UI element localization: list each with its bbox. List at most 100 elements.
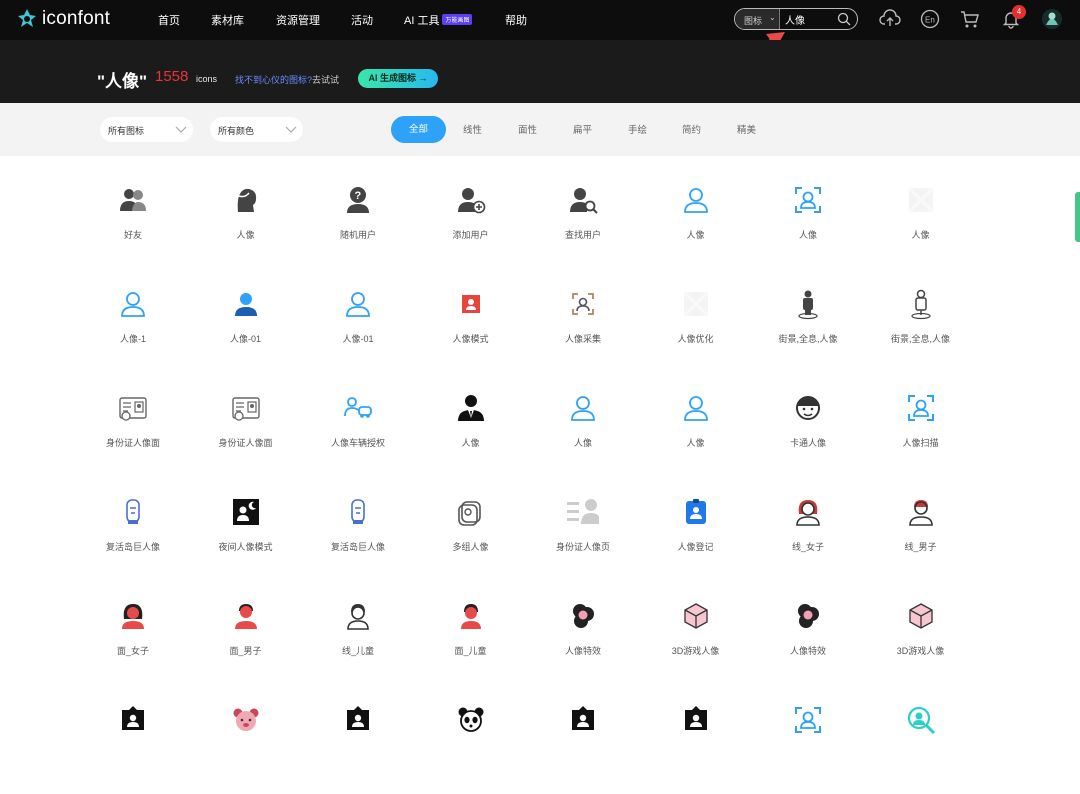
language-icon[interactable]: En bbox=[920, 9, 940, 29]
icon-card[interactable]: 线_儿童 bbox=[302, 586, 414, 690]
portrait-frame-icon bbox=[347, 706, 369, 730]
random-user-icon: ? bbox=[347, 187, 369, 213]
icon-card[interactable]: 人像-1 bbox=[77, 274, 189, 378]
find-user-icon bbox=[570, 188, 598, 214]
svg-text:En: En bbox=[925, 16, 935, 25]
brand-name: iconfont bbox=[42, 8, 111, 29]
icon-card[interactable]: 人像-01 bbox=[190, 274, 302, 378]
icon-card[interactable]: 人像 bbox=[640, 378, 752, 482]
icon-card-label: 人像模式 bbox=[452, 334, 489, 344]
icon-card[interactable]: 人像特效 bbox=[527, 586, 639, 690]
icon-card[interactable]: 街景,全息,人像 bbox=[865, 274, 977, 378]
icon-card[interactable]: 人像 bbox=[190, 170, 302, 274]
side-feedback-tab[interactable] bbox=[1075, 192, 1080, 242]
icon-card[interactable]: 复活岛巨人像 bbox=[77, 482, 189, 586]
icon-card[interactable] bbox=[302, 690, 414, 794]
color-select[interactable]: 所有颜色 bbox=[210, 117, 303, 142]
icon-card[interactable]: 复活岛巨人像 bbox=[302, 482, 414, 586]
icon-card[interactable]: 人像 bbox=[527, 378, 639, 482]
icon-card[interactable]: 人像优化 bbox=[640, 274, 752, 378]
icon-card[interactable]: ? 随机用户 bbox=[302, 170, 414, 274]
icon-card[interactable]: 人像采集 bbox=[527, 274, 639, 378]
iconfont-logo-icon bbox=[18, 9, 36, 27]
brand-logo[interactable]: iconfont bbox=[16, 8, 110, 30]
tab-all[interactable]: 全部 bbox=[391, 116, 446, 143]
icon-card-label: 好友 bbox=[123, 230, 142, 240]
icon-card[interactable]: 3D游戏人像 bbox=[640, 586, 752, 690]
icon-card[interactable]: 好友 bbox=[77, 170, 189, 274]
icon-card[interactable]: 人像登记 bbox=[640, 482, 752, 586]
color-select-label: 所有颜色 bbox=[218, 126, 255, 136]
blank-icon bbox=[682, 290, 709, 318]
icon-card[interactable]: 线_男子 bbox=[865, 482, 977, 586]
tab-flat[interactable]: 扁平 bbox=[573, 122, 592, 136]
tab-exquisite[interactable]: 精美 bbox=[737, 122, 756, 136]
icon-card[interactable]: 身份证人像页 bbox=[527, 482, 639, 586]
curly-hair-icon bbox=[798, 604, 819, 628]
icon-card[interactable] bbox=[190, 690, 302, 794]
nav-home[interactable]: 首页 bbox=[158, 12, 180, 28]
icon-card[interactable]: 面_女子 bbox=[77, 586, 189, 690]
icon-card[interactable] bbox=[527, 690, 639, 794]
icon-card[interactable]: 卡通人像 bbox=[752, 378, 864, 482]
face-scan-icon bbox=[907, 395, 934, 421]
icon-card-label: 人像车辆授权 bbox=[330, 438, 385, 448]
icon-card[interactable]: 人像 bbox=[752, 170, 864, 274]
face-scan-icon bbox=[795, 187, 821, 213]
icon-card[interactable]: 添加用户 bbox=[415, 170, 527, 274]
user-outline-icon bbox=[571, 396, 595, 421]
icon-card-label: 随机用户 bbox=[339, 230, 376, 240]
user-outline-icon bbox=[683, 188, 708, 213]
upload-cloud-icon[interactable] bbox=[879, 9, 901, 29]
icon-card-label: 人像特效 bbox=[789, 646, 826, 656]
icon-type-select[interactable]: 所有图标 bbox=[100, 117, 193, 142]
tab-simple[interactable]: 简约 bbox=[682, 122, 701, 136]
avatar[interactable] bbox=[1041, 8, 1063, 30]
icon-card[interactable] bbox=[415, 690, 527, 794]
icon-card[interactable]: 多组人像 bbox=[415, 482, 527, 586]
icon-card-label: 人像扫描 bbox=[902, 438, 939, 448]
tab-line[interactable]: 线性 bbox=[463, 122, 482, 136]
icon-card[interactable]: 人像特效 bbox=[752, 586, 864, 690]
icon-card[interactable]: 查找用户 bbox=[527, 170, 639, 274]
nav-events[interactable]: 活动 bbox=[351, 12, 373, 28]
icon-card[interactable]: 身份证人像面 bbox=[190, 378, 302, 482]
nav-ai-tools[interactable]: AI 工具 万能画图 bbox=[404, 12, 473, 28]
icon-card[interactable]: 身份证人像面 bbox=[77, 378, 189, 482]
icon-card[interactable]: 人像 bbox=[640, 170, 752, 274]
icon-card[interactable]: 人像 bbox=[415, 378, 527, 482]
chevron-down-icon bbox=[285, 126, 297, 133]
man-line-icon bbox=[908, 500, 933, 526]
nav-resource[interactable]: 资源管理 bbox=[276, 12, 320, 28]
icon-card[interactable]: 人像扫描 bbox=[865, 378, 977, 482]
user-outline-icon bbox=[121, 292, 145, 317]
user-outline-icon bbox=[683, 396, 708, 421]
search-input[interactable] bbox=[785, 13, 829, 25]
tab-hand-drawn[interactable]: 手绘 bbox=[628, 122, 647, 136]
icon-card-label: 面_男子 bbox=[229, 646, 262, 656]
ai-generate-button[interactable]: AI 生成图标 → bbox=[358, 69, 438, 88]
search-icon[interactable] bbox=[837, 12, 851, 26]
icon-card[interactable]: 人像-01 bbox=[302, 274, 414, 378]
icon-card[interactable]: 街景,全息,人像 bbox=[752, 274, 864, 378]
nav-help[interactable]: 帮助 bbox=[505, 12, 527, 28]
icon-card[interactable]: 人像 bbox=[865, 170, 977, 274]
icon-card-label: 3D游戏人像 bbox=[671, 646, 720, 656]
nav-library[interactable]: 素材库 bbox=[211, 12, 244, 28]
icon-card[interactable]: 面_男子 bbox=[190, 586, 302, 690]
icon-card[interactable] bbox=[77, 690, 189, 794]
icon-card[interactable]: 面_儿童 bbox=[415, 586, 527, 690]
icon-card[interactable] bbox=[752, 690, 864, 794]
icon-card[interactable]: 人像模式 bbox=[415, 274, 527, 378]
icon-card[interactable]: 线_女子 bbox=[752, 482, 864, 586]
icon-card[interactable]: 人像车辆授权 bbox=[302, 378, 414, 482]
try-text: 去试试 bbox=[312, 75, 340, 85]
cart-icon[interactable] bbox=[959, 9, 981, 29]
icon-card[interactable] bbox=[865, 690, 977, 794]
curly-hair-icon bbox=[573, 604, 594, 628]
not-found-link[interactable]: 找不到心仪的图标? bbox=[235, 75, 312, 85]
icon-card[interactable] bbox=[640, 690, 752, 794]
icon-card[interactable]: 3D游戏人像 bbox=[865, 586, 977, 690]
tab-fill[interactable]: 面性 bbox=[518, 122, 537, 136]
icon-card[interactable]: 夜间人像模式 bbox=[190, 482, 302, 586]
